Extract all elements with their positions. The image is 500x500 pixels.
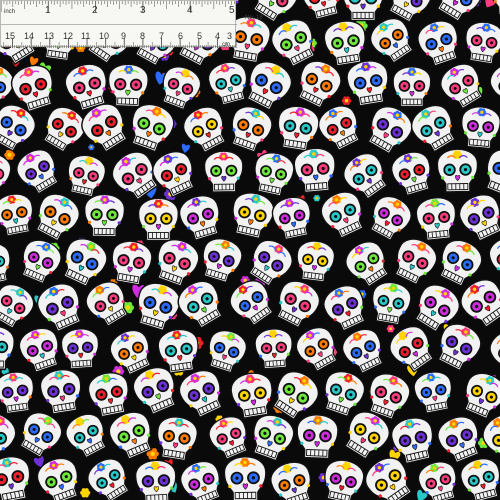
ruler-inch-1: 1 <box>45 5 51 16</box>
ruler-inch-4: 4 <box>187 5 193 16</box>
ruler-inch-3: 3 <box>140 5 146 16</box>
ruler-cm-11: 11 <box>81 31 91 41</box>
ruler-cm-6: 6 <box>178 31 184 41</box>
sugar-skull-pattern <box>0 0 500 500</box>
ruler-inch-label: inch <box>4 9 16 15</box>
ruler-cm-3: 3 <box>227 31 233 41</box>
ruler-cm-13: 13 <box>44 31 55 41</box>
ruler-cm-14: 14 <box>24 31 35 41</box>
ruler-cm-label: cm <box>222 42 230 48</box>
ruler-number-label: No. 18 <box>245 15 263 21</box>
ruler-cm-9: 9 <box>121 31 127 41</box>
measuring-ruler: inch 1 2 3 4 5 15 14 13 12 11 10 9 8 7 6… <box>0 0 237 48</box>
ruler-cm-10: 10 <box>99 31 110 41</box>
ruler-cm-12: 12 <box>63 31 74 41</box>
ruler-cm-7: 7 <box>159 31 165 41</box>
ruler-inch-5: 5 <box>229 5 235 16</box>
ruler-cm-8: 8 <box>140 31 146 41</box>
ruler-cm-15: 15 <box>5 31 16 41</box>
ruler-cm-4: 4 <box>215 31 221 41</box>
ruler-cm-5: 5 <box>197 31 203 41</box>
ruler-inch-2: 2 <box>92 5 98 16</box>
